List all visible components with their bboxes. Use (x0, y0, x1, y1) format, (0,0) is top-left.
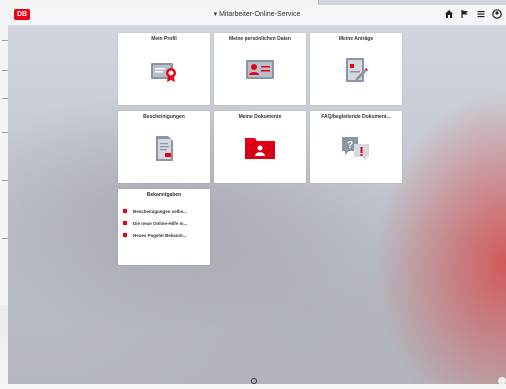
news-title: Bekanntgaben (146, 192, 182, 198)
app-window: DB ▾ Mitarbeiter-Online-Service Mein Pro… (8, 5, 506, 384)
tile-bescheinigungen[interactable]: Bescheinigungen (118, 111, 210, 183)
tile-title: FAQ/begleitende Dokument... (321, 114, 391, 120)
app-title[interactable]: ▾ Mitarbeiter-Online-Service (8, 10, 506, 18)
corner-button[interactable] (498, 377, 506, 385)
tile-bekanntgaben[interactable]: Bekanntgaben Bescheinigungen selbs... Di… (118, 189, 210, 265)
news-item[interactable]: Die neue Online-Hilfe m... (123, 217, 206, 229)
certificate-icon (149, 57, 179, 88)
bullet-icon (123, 209, 127, 213)
svg-text:?: ? (347, 140, 353, 151)
bullet-icon (123, 233, 127, 237)
form-edit-icon (341, 57, 371, 90)
id-card-icon (245, 57, 275, 86)
page-indicator-dot[interactable] (251, 378, 257, 384)
menu-icon[interactable] (476, 9, 486, 23)
flag-icon[interactable] (460, 9, 470, 23)
tile-meine-dokumente[interactable]: Meine Dokumente (214, 111, 306, 183)
header-actions (444, 9, 502, 23)
bullet-icon (123, 221, 127, 225)
tile-title: Meine Dokumente (238, 114, 282, 120)
news-item-text: Die neue Online-Hilfe m... (133, 220, 188, 226)
tile-title: Bescheinigungen (143, 114, 185, 120)
folder-person-icon (244, 135, 276, 166)
faq-icon: ? (340, 135, 372, 168)
tile-persoenliche-daten[interactable]: Meine persönlichen Daten (214, 33, 306, 105)
user-icon[interactable] (492, 9, 502, 23)
news-item-text: Neues Pagelet Bekannt... (133, 232, 187, 238)
document-icon (149, 135, 179, 168)
tile-title: Mein Profil (151, 36, 177, 42)
tile-mein-profil[interactable]: Mein Profil (118, 33, 210, 105)
tile-title: Meine persönlichen Daten (229, 36, 291, 42)
news-item[interactable]: Bescheinigungen selbs... (123, 205, 206, 217)
tile-faq[interactable]: FAQ/begleitende Dokument... ? (310, 111, 402, 183)
news-list: Bescheinigungen selbs... Die neue Online… (123, 205, 206, 241)
tile-title: Meine Anträge (338, 36, 374, 42)
tile-meine-antraege[interactable]: Meine Anträge (310, 33, 402, 105)
news-item-text: Bescheinigungen selbs... (133, 208, 188, 214)
top-bar: DB ▾ Mitarbeiter-Online-Service (8, 5, 506, 26)
news-item[interactable]: Neues Pagelet Bekannt... (123, 229, 206, 241)
home-icon[interactable] (444, 9, 454, 23)
